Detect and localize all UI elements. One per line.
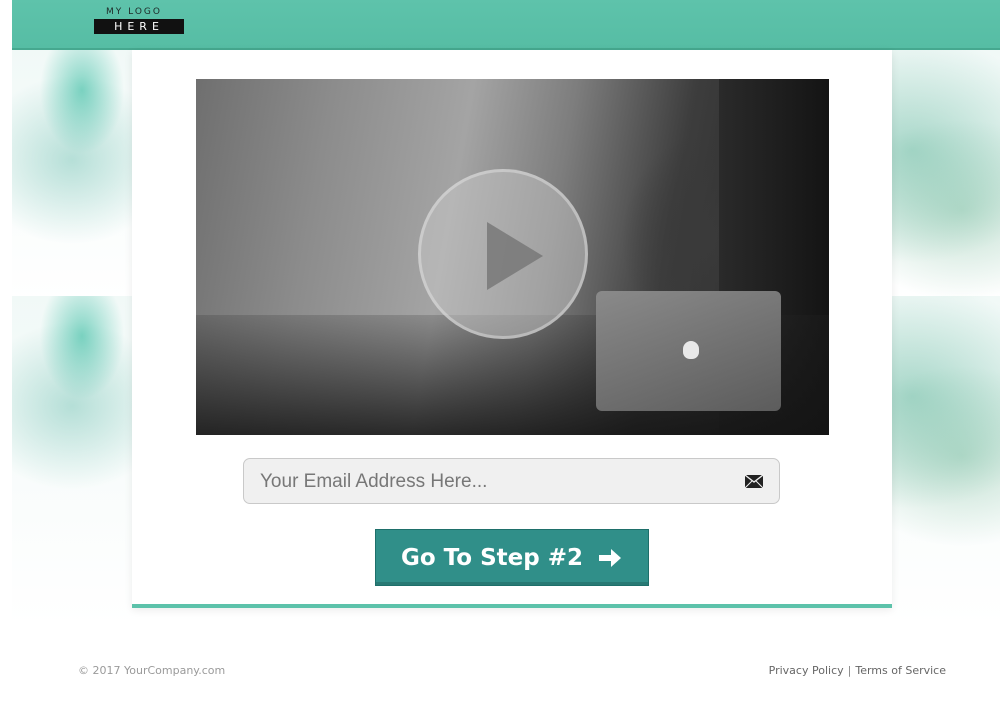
logo-top-text: MY LOGO: [106, 7, 162, 17]
optin-card: Go To Step #2: [132, 50, 892, 608]
footer-links: Privacy Policy | Terms of Service: [769, 664, 946, 677]
logo-bottom-text: HERE: [94, 19, 184, 34]
email-input[interactable]: [258, 459, 732, 505]
go-to-step-2-button[interactable]: Go To Step #2: [375, 529, 649, 586]
arrow-right-icon: [599, 548, 622, 567]
footer-separator: |: [847, 664, 852, 677]
envelope-icon: [745, 475, 763, 488]
video-scene-apple-logo: [683, 341, 699, 359]
privacy-policy-link[interactable]: Privacy Policy: [769, 664, 844, 677]
cta-label: Go To Step #2: [400, 544, 584, 571]
video-player[interactable]: [196, 79, 829, 435]
email-field-wrapper: [243, 458, 780, 505]
logo[interactable]: MY LOGO HERE: [94, 7, 186, 34]
play-button[interactable]: [418, 169, 588, 339]
terms-of-service-link[interactable]: Terms of Service: [855, 664, 946, 677]
play-icon: [487, 222, 543, 290]
top-bar: MY LOGO HERE: [12, 0, 1000, 50]
footer-copyright: © 2017 YourCompany.com: [78, 664, 226, 677]
